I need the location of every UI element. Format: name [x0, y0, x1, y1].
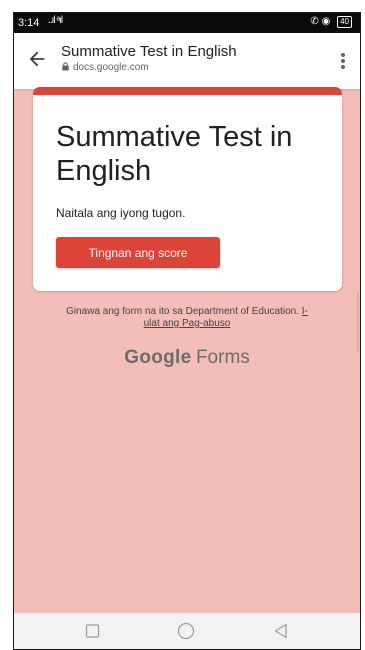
confirmation-message: Naitala ang iyong tugon. [56, 206, 186, 220]
card-accent-bar [33, 87, 342, 95]
google-forms-logo[interactable]: Google Forms [14, 347, 360, 369]
overflow-menu-icon[interactable] [340, 51, 346, 71]
phone-screen: 3:14 ..ıl ᵃıl ✆ ◉ 40 Summative Test in E… [13, 12, 361, 650]
response-card: Summative Test in English Naitala ang iy… [33, 87, 342, 291]
forms-wordmark: Forms [195, 347, 250, 368]
status-icons: ✆ ◉ 40 [310, 16, 352, 28]
lock-icon [62, 62, 69, 71]
status-bar: 3:14 ..ıl ᵃıl ✆ ◉ 40 [14, 13, 360, 33]
created-by-text: Ginawa ang form na ito sa Department of … [66, 306, 299, 317]
browser-toolbar: Summative Test in English docs.google.co… [14, 33, 360, 89]
form-title: Summative Test in English [56, 121, 293, 187]
android-nav-bar [14, 613, 360, 649]
status-time: 3:14 [18, 17, 40, 29]
triangle-nav-icon[interactable] [272, 622, 290, 640]
google-wordmark: Google [124, 347, 192, 368]
circle-nav-icon[interactable] [177, 622, 195, 640]
page-title: Summative Test in English [61, 43, 237, 60]
url-text: docs.google.com [73, 62, 149, 73]
report-abuse-link-part1[interactable]: I- [302, 306, 308, 317]
status-right-icons: ✆ ◉ [310, 16, 331, 27]
report-abuse-link[interactable]: ulat ang Pag-abuso [144, 318, 231, 329]
back-arrow-icon[interactable] [26, 48, 48, 70]
url-row: docs.google.com [61, 62, 149, 73]
square-nav-icon[interactable] [84, 622, 102, 640]
view-score-button[interactable]: Tingnan ang score [56, 237, 220, 268]
form-footnote: Ginawa ang form na ito sa Department of … [14, 306, 360, 330]
battery-icon: 40 [337, 16, 352, 28]
scrollbar[interactable] [357, 293, 359, 353]
signal-icon: ..ıl ᵃıl [48, 15, 63, 26]
